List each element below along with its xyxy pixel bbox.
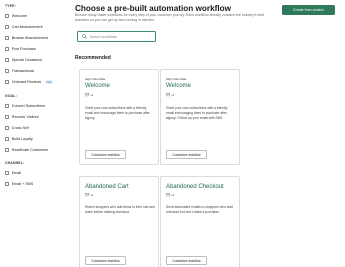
checkbox[interactable]: [5, 25, 9, 29]
filter-group-title-channel: CHANNEL:: [5, 161, 25, 165]
customize-workflow-button[interactable]: Customize workflow: [85, 150, 126, 159]
filter-item-label: Transactional: [11, 69, 34, 73]
checkbox[interactable]: [5, 171, 9, 175]
filter-item-label: Cart Abandonment: [11, 25, 43, 29]
recommended-heading: Recommended: [75, 55, 111, 61]
card-tag: High Order Rate: [85, 77, 106, 81]
card-meta: x1: [166, 193, 174, 197]
filter-item-label: Recover Visitors: [11, 115, 39, 119]
checkbox[interactable]: [5, 36, 9, 40]
checkbox[interactable]: [5, 104, 9, 108]
card-description: Send automated emails to shoppers who st…: [166, 205, 234, 215]
filter-group-title-goal: GOAL:: [5, 94, 17, 98]
mail-icon: [166, 193, 171, 197]
filter-item-cross-sell[interactable]: Cross Sell: [5, 125, 29, 131]
email-count: x1: [171, 93, 175, 97]
filter-item-special-occasions[interactable]: Special Occasions: [5, 57, 42, 63]
card-title: Welcome: [85, 83, 110, 89]
checkbox[interactable]: [5, 47, 9, 51]
filter-item-recover-visitors[interactable]: Recover Visitors: [5, 114, 39, 120]
card-description: Greet your new subscribers with a friend…: [166, 106, 228, 121]
filter-item-label: Email: [11, 171, 22, 175]
card-description: Greet your new subscribers with a friend…: [85, 106, 150, 121]
checkbox[interactable]: [5, 182, 9, 186]
filter-item-label: Special Occasions: [11, 58, 43, 62]
filter-item-welcome[interactable]: Welcome: [5, 13, 27, 19]
search-icon: [82, 34, 87, 39]
card-title: Abandoned Cart: [85, 184, 129, 190]
card-meta: x1: [166, 93, 174, 97]
search-input[interactable]: [89, 32, 154, 41]
filter-item-convert-subscribers[interactable]: Convert Subscribers: [5, 103, 45, 109]
filter-item-cart-abandonment[interactable]: Cart Abandonment: [5, 24, 43, 30]
customize-workflow-button[interactable]: Customize workflow: [166, 150, 207, 159]
mail-icon: [166, 93, 171, 97]
filter-item-onboard-reviews[interactable]: Onboard Reviews New: [5, 79, 54, 85]
filter-item-browse-abandonment[interactable]: Browse Abandonment: [5, 35, 48, 41]
filter-sidebar: TYPE: Welcome Cart Abandonment Browse Ab…: [0, 0, 66, 267]
workflow-card-abandoned-checkout[interactable]: Abandoned Checkout x1 Send automated ema…: [160, 176, 240, 267]
filter-item-reactivate-customers[interactable]: Reactivate Customers: [5, 147, 48, 153]
page-title: Choose a pre-built automation workflow: [75, 4, 232, 13]
email-count: x1: [90, 93, 94, 97]
checkbox[interactable]: [5, 115, 9, 119]
page-description: Browse ready-made workflows for every st…: [75, 13, 265, 22]
filter-group-title-type: TYPE:: [5, 4, 16, 8]
filter-item-label: Convert Subscribers: [11, 104, 46, 108]
checkbox[interactable]: [5, 148, 9, 152]
card-meta: x1: [85, 193, 93, 197]
filter-item-email-sms[interactable]: Email + SMS: [5, 181, 33, 187]
card-meta: x1: [85, 93, 93, 97]
checkbox[interactable]: [5, 58, 9, 62]
filter-item-transactional[interactable]: Transactional: [5, 68, 34, 74]
customize-workflow-button[interactable]: Customize workflow: [85, 256, 126, 265]
checkbox[interactable]: [5, 69, 9, 73]
customize-workflow-button[interactable]: Customize workflow: [166, 256, 207, 265]
filter-item-label: Post Purchase: [11, 47, 36, 51]
checkbox[interactable]: [5, 137, 9, 141]
checkbox[interactable]: [5, 126, 9, 130]
card-title: Welcome: [166, 83, 191, 89]
filter-item-build-loyalty[interactable]: Build Loyalty: [5, 136, 33, 142]
filter-item-label: Welcome: [11, 14, 28, 18]
filter-item-email[interactable]: Email: [5, 170, 21, 176]
create-from-scratch-button[interactable]: Create from scratch: [282, 5, 335, 15]
filter-item-label: Onboard Reviews: [11, 80, 42, 84]
card-tag: High Order Rate: [166, 77, 187, 81]
workflow-card-welcome-sms[interactable]: High Order Rate Welcome x1 Greet your ne…: [160, 69, 240, 165]
card-title: Abandoned Checkout: [166, 184, 224, 190]
filter-item-post-purchase[interactable]: Post Purchase: [5, 46, 36, 52]
filter-item-label: Build Loyalty: [11, 137, 33, 141]
mail-icon: [85, 193, 90, 197]
filter-item-label: Reactivate Customers: [11, 148, 49, 152]
search-box[interactable]: [77, 31, 156, 42]
filter-item-label: Email + SMS: [11, 182, 34, 186]
new-badge: New: [45, 80, 54, 84]
filter-item-label: Browse Abandonment: [11, 36, 48, 40]
workflow-card-welcome[interactable]: High Order Rate Welcome x1 Greet your ne…: [79, 69, 159, 165]
email-count: x1: [90, 193, 94, 197]
email-count: x1: [171, 193, 175, 197]
checkbox[interactable]: [5, 14, 9, 18]
mail-icon: [85, 93, 90, 97]
filter-item-label: Cross Sell: [11, 126, 29, 130]
workflow-card-abandoned-cart[interactable]: Abandoned Cart x1 Reach shoppers who add…: [79, 176, 159, 267]
checkbox[interactable]: [5, 80, 9, 84]
card-description: Reach shoppers who add items to their ca…: [85, 205, 156, 215]
